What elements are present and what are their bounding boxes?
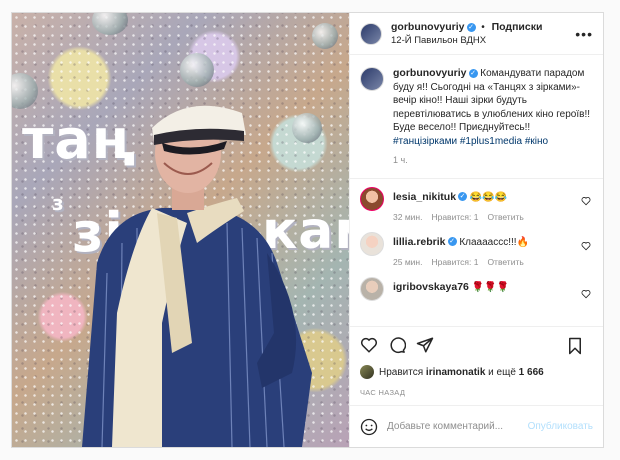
caption-avatar[interactable] <box>360 67 384 91</box>
emoji-icon[interactable] <box>360 418 378 436</box>
heart-icon[interactable] <box>581 196 591 206</box>
comment-username[interactable]: lillia.rebrik <box>393 236 446 248</box>
comment-item: lesia_nikituk ✓ 😂😂😂 32 мин. Нравится: 1 Отв… <box>360 186 593 222</box>
heart-icon[interactable] <box>360 336 378 354</box>
post-location[interactable]: 12-Й Павильон ВДНХ <box>391 35 542 46</box>
comment-time: 25 мин. <box>393 256 423 267</box>
caption-time[interactable]: 1 ч. <box>393 154 593 168</box>
commenter-avatar[interactable] <box>360 231 384 256</box>
verified-icon: ✓ <box>468 68 478 78</box>
follow-button[interactable]: Подписки <box>492 21 543 33</box>
comments-section: gorbunovyuriy ✓ Командувати парадом буду … <box>350 55 603 326</box>
comment-item: igribovskaya76 🌹🌹🌹 <box>360 276 593 301</box>
comment-username[interactable]: igribovskaya76 <box>393 281 469 293</box>
commenter-avatar[interactable] <box>360 186 384 211</box>
heart-icon[interactable] <box>581 241 591 251</box>
add-comment-bar: Опубликовать <box>350 405 603 447</box>
comment-text: 🌹🌹🌹 <box>471 281 510 293</box>
bookmark-icon[interactable] <box>567 337 583 355</box>
verified-icon: ✓ <box>447 237 457 247</box>
author-avatar[interactable] <box>360 22 382 45</box>
action-bar <box>350 326 603 362</box>
heart-icon[interactable] <box>581 289 591 299</box>
caption-hashtags[interactable]: #танцізірками #1plus1media #кіно <box>393 136 548 147</box>
reply-button[interactable]: Ответить <box>487 257 523 267</box>
liker-username[interactable]: irinamonatik <box>426 367 485 378</box>
comment-username[interactable]: lesia_nikituk <box>393 191 456 203</box>
post-caption: gorbunovyuriy ✓ Командувати парадом буду … <box>360 67 593 168</box>
post-sidebar: gorbunovyuriy ✓ • Подписки 12-Й Павильон … <box>349 13 603 447</box>
likes-row: Нравится irinamonatik и ещё 1 666 <box>350 362 603 382</box>
instagram-post: таң і з зі кам <box>11 12 604 448</box>
caption-username[interactable]: gorbunovyuriy <box>393 67 467 79</box>
comment-text: Клаааассс!!!🔥 <box>459 236 530 248</box>
share-icon[interactable] <box>416 336 434 354</box>
likes-count[interactable]: 1 666 <box>519 367 544 378</box>
comment-item: lillia.rebrik ✓ Клаааассс!!!🔥 25 мин. Нрав… <box>360 231 593 267</box>
reply-button[interactable]: Ответить <box>487 212 523 222</box>
comment-text: 😂😂😂 <box>469 191 508 203</box>
commenter-avatar[interactable] <box>360 276 384 301</box>
publish-button[interactable]: Опубликовать <box>528 421 593 432</box>
comment-input[interactable] <box>387 421 528 432</box>
post-photo[interactable]: таң і з зі кам <box>12 13 349 447</box>
verified-icon: ✓ <box>458 192 468 202</box>
liker-avatar[interactable] <box>360 365 374 379</box>
verified-icon: ✓ <box>466 22 476 32</box>
comment-icon[interactable] <box>388 336 406 354</box>
comment-likes[interactable]: Нравится: 1 <box>431 212 478 222</box>
more-icon[interactable]: ••• <box>575 26 593 42</box>
presenter-figure <box>82 105 312 447</box>
post-age[interactable]: ЧАС НАЗАД <box>350 382 603 405</box>
comment-likes[interactable]: Нравится: 1 <box>431 257 478 267</box>
comment-time: 32 мин. <box>393 211 423 222</box>
post-header: gorbunovyuriy ✓ • Подписки 12-Й Павильон … <box>350 13 603 55</box>
author-username[interactable]: gorbunovyuriy <box>391 21 465 33</box>
